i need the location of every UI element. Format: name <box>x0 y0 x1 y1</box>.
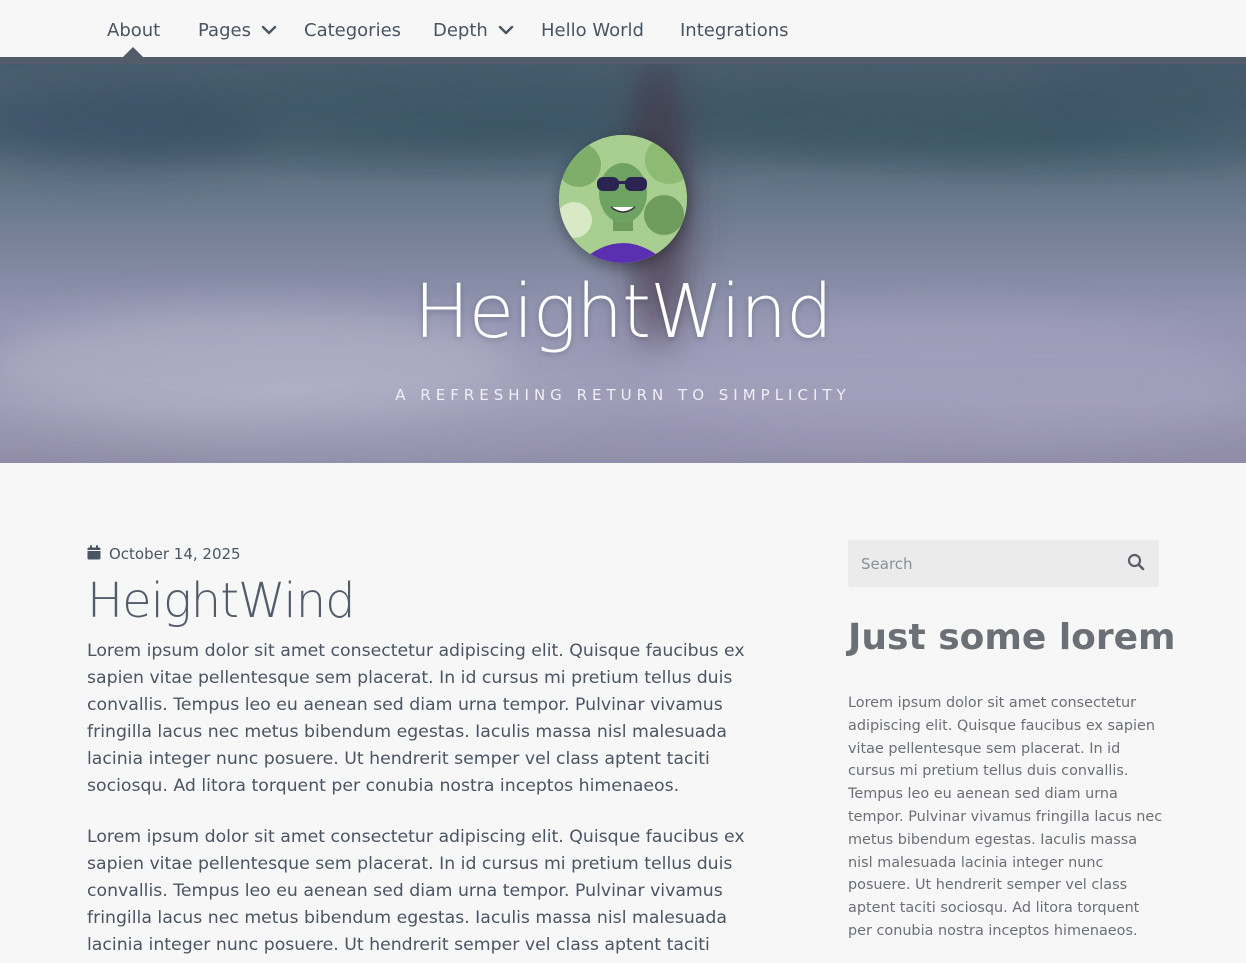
top-navigation: About Pages Categories Depth Hello World… <box>0 0 1246 57</box>
active-nav-indicator <box>123 47 143 57</box>
avatar <box>559 135 687 263</box>
post-paragraph: Lorem ipsum dolor sit amet consectetur a… <box>87 641 745 796</box>
nav-item-label: Depth <box>433 19 488 41</box>
nav-item-categories[interactable]: Categories <box>304 17 401 43</box>
nav-item-pages[interactable]: Pages <box>198 17 277 43</box>
nav-item-integrations[interactable]: Integrations <box>680 17 789 43</box>
nav-divider <box>0 57 1246 64</box>
post-date: October 14, 2025 <box>109 545 241 563</box>
nav-item-about[interactable]: About <box>107 17 160 43</box>
nav-item-label: About <box>107 19 161 41</box>
hero-banner: HeightWind A REFRESHING RETURN TO SIMPLI… <box>0 64 1246 463</box>
search-icon[interactable] <box>1127 553 1145 575</box>
widget-title: Just some lorem <box>848 617 1176 658</box>
search-input[interactable] <box>861 554 1101 573</box>
nav-item-depth[interactable]: Depth <box>433 17 514 43</box>
search-box <box>848 540 1159 587</box>
nav-item-label: Hello World <box>541 19 644 41</box>
post-meta: October 14, 2025 <box>87 544 241 564</box>
nav-item-label: Categories <box>304 19 402 41</box>
chevron-down-icon[interactable] <box>261 25 277 35</box>
widget-text: Lorem ipsum dolor sit amet consectetur a… <box>848 695 1163 939</box>
site-tagline: A REFRESHING RETURN TO SIMPLICITY <box>395 386 851 404</box>
site-title[interactable]: HeightWind <box>0 269 1246 355</box>
chevron-down-icon[interactable] <box>498 25 514 35</box>
nav-item-label: Integrations <box>680 19 789 41</box>
nav-item-label: Pages <box>198 19 251 41</box>
post-title[interactable]: HeightWind <box>87 573 356 629</box>
nav-item-hello-world[interactable]: Hello World <box>541 17 644 43</box>
post-paragraph: Lorem ipsum dolor sit amet consectetur a… <box>87 827 745 963</box>
avatar-portrait <box>559 135 687 263</box>
calendar-icon <box>87 544 101 564</box>
